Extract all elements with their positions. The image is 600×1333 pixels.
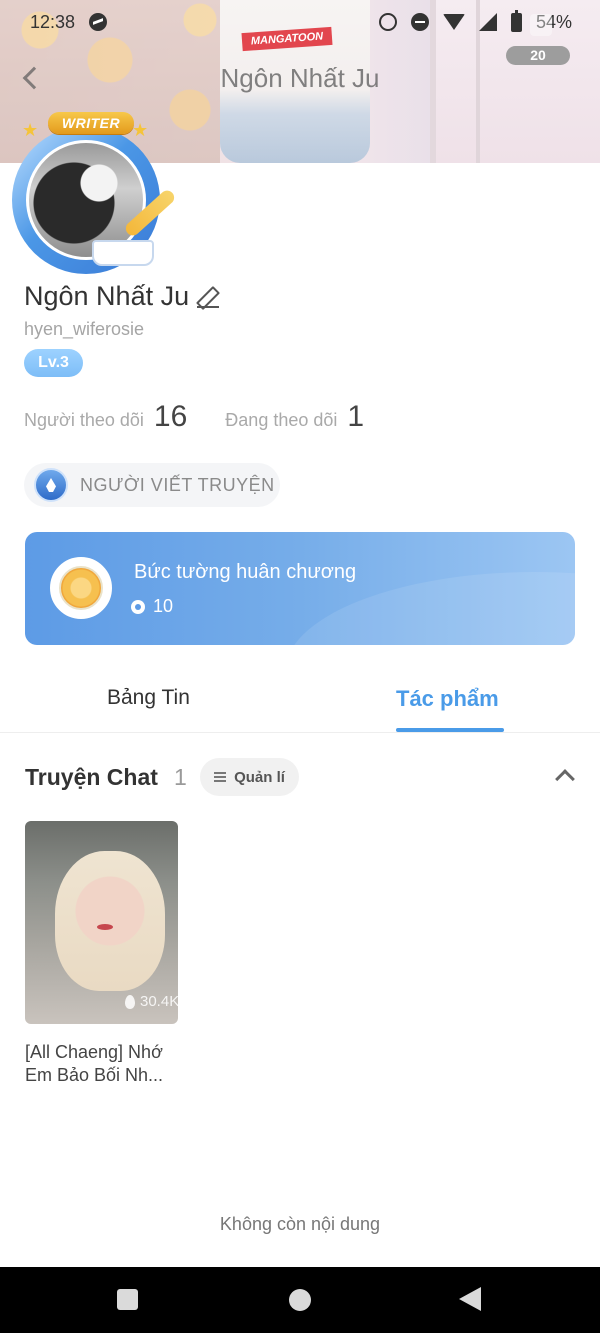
medal-count-row: 10 (131, 596, 173, 617)
level-badge[interactable]: Lv.3 (24, 349, 83, 377)
medal-count: 10 (153, 596, 174, 616)
story-cover[interactable]: 30.4K (25, 821, 178, 1024)
book-decoration-icon (92, 240, 154, 266)
star-icon: ★ (132, 120, 149, 140)
profile-handle: hyen_wiferosie (24, 319, 145, 339)
story-title[interactable]: [All Chaeng] Nhớ Em Bảo Bối Nh... (25, 1041, 185, 1087)
profile-name-row: Ngôn Nhất Ju (24, 281, 220, 312)
followers-label[interactable]: Người theo dõi (24, 410, 144, 431)
do-not-disturb-icon (410, 13, 429, 31)
tab-divider (0, 732, 600, 733)
flame-icon (125, 994, 135, 1009)
tab-feed[interactable]: Bảng Tin (107, 686, 190, 710)
following-label[interactable]: Đang theo dõi (225, 410, 337, 431)
system-nav-bar (0, 1267, 600, 1333)
medal-wall-card[interactable] (25, 532, 575, 645)
like-count-badge[interactable]: 20 (506, 46, 570, 65)
followers-count[interactable]: 16 (154, 400, 187, 434)
follow-stats: Người theo dõi 16 Đang theo dõi 1 (24, 400, 364, 434)
story-views: 30.4K (125, 993, 178, 1010)
edit-pencil-icon[interactable] (197, 286, 220, 308)
medal-wall-title: Bức tường huân chương (134, 561, 357, 583)
status-time: 12:38 (30, 11, 76, 32)
medal-dot-icon (131, 599, 145, 614)
messenger-icon (89, 13, 108, 31)
battery-icon (510, 9, 522, 32)
manage-button-label: Quản lí (234, 768, 285, 786)
manage-button[interactable]: Quản lí (200, 758, 299, 796)
profile-name: Ngôn Nhất Ju (24, 281, 190, 311)
nav-title: Ngôn Nhất Ju (220, 63, 380, 93)
chevron-up-icon[interactable] (555, 769, 575, 789)
story-views-count: 30.4K (140, 993, 178, 1010)
tab-works[interactable]: Tác phẩm (396, 686, 499, 712)
wifi-icon (442, 14, 465, 30)
alarm-icon (378, 13, 397, 31)
avatar[interactable]: ★ ★ WRITER (8, 112, 177, 274)
writer-tag-label: NGƯỜI VIẾT TRUYỆN (80, 474, 275, 495)
section-title: Truyện Chat (25, 764, 158, 790)
medal-icon (50, 557, 112, 619)
writer-tag[interactable]: NGƯỜI VIẾT TRUYỆN (24, 463, 280, 507)
end-of-content-text: Không còn nội dung (219, 1214, 381, 1234)
thumbs-up-icon[interactable] (530, 14, 552, 36)
status-bar: 12:38 54% (0, 0, 600, 44)
pen-nib-icon (34, 468, 68, 502)
following-count[interactable]: 1 (347, 400, 364, 434)
star-icon: ★ (22, 120, 39, 140)
recent-apps-icon[interactable] (117, 1289, 138, 1310)
home-icon[interactable] (289, 1289, 311, 1311)
system-back-icon[interactable] (459, 1287, 481, 1311)
signal-icon (478, 13, 497, 31)
list-icon (214, 772, 227, 782)
section-count: 1 (174, 764, 187, 790)
writer-frame-badge: WRITER (48, 112, 134, 134)
